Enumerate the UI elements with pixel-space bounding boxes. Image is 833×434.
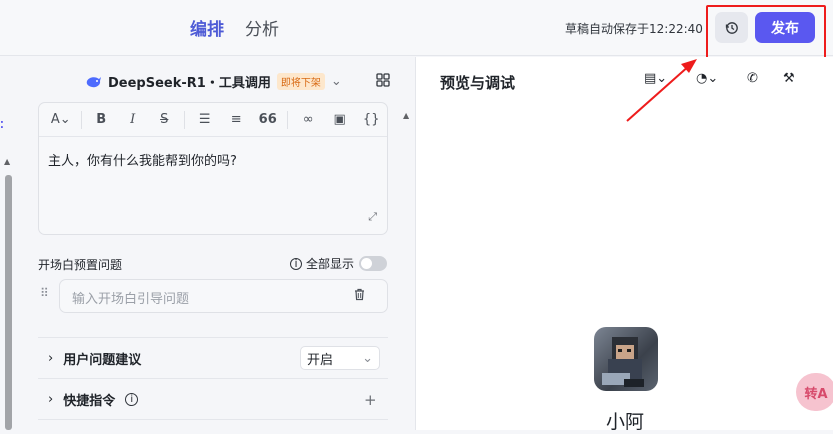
- add-shortcut-icon[interactable]: +: [364, 391, 377, 409]
- show-all-toggle[interactable]: [359, 256, 387, 271]
- scrollbar-thumb[interactable]: [5, 175, 12, 430]
- wrench-icon[interactable]: ⚒: [783, 71, 795, 86]
- bot-avatar: [594, 327, 658, 391]
- collapsed-panel-icon[interactable]: ⁚: [0, 120, 4, 131]
- prologue-editor[interactable]: A⌄ B I S ☰ ≡ 66 ∞ ▣ {} 主人，你有什么我能帮到你的吗? ⤢: [38, 102, 388, 235]
- drag-handle-icon[interactable]: ⠿: [40, 286, 49, 300]
- draft-status: 草稿自动保存于12:22:40: [565, 22, 703, 36]
- voice-icon[interactable]: ◔⌄: [696, 71, 718, 86]
- question-input[interactable]: 输入开场白引导问题: [59, 279, 388, 313]
- italic-icon[interactable]: I: [117, 112, 149, 127]
- link-icon[interactable]: ∞: [292, 112, 324, 127]
- image-icon[interactable]: ▣: [324, 112, 356, 127]
- chevron-right-icon: ›: [48, 351, 54, 366]
- translate-float-button[interactable]: 转A: [796, 373, 833, 411]
- bot-avatar-image: [602, 337, 644, 387]
- bullet-list-icon[interactable]: ☰: [189, 112, 221, 127]
- text-style-icon[interactable]: A⌄: [45, 112, 77, 127]
- toolbar-divider: [183, 110, 185, 129]
- model-name: DeepSeek-R1・工具调用: [108, 76, 271, 91]
- preview-title: 预览与调试: [440, 74, 516, 92]
- preset-questions-label: 开场白预置问题: [38, 258, 123, 272]
- toolbar-divider: [287, 110, 289, 129]
- toolbar-divider: [80, 110, 82, 129]
- show-all-label: i 全部显示: [290, 255, 354, 272]
- chevron-down-icon: ⌄: [330, 74, 342, 89]
- document-settings-icon[interactable]: ▤⌄: [644, 71, 667, 86]
- highlight-box: [706, 5, 826, 64]
- numbered-list-icon[interactable]: ≡: [220, 112, 252, 127]
- user-question-suggest-section[interactable]: › 用户问题建议: [48, 349, 141, 368]
- scroll-up-arrow[interactable]: ▲: [4, 157, 10, 166]
- chevron-down-icon: ⌄: [362, 350, 373, 366]
- variable-icon[interactable]: {}: [355, 112, 387, 127]
- top-bar: 编排 分析 草稿自动保存于12:22:40 发布: [0, 0, 833, 64]
- preview-pane: 预览与调试 ▤⌄ ◔⌄ ✆ ⚒ 小阿: [415, 57, 833, 433]
- model-selector[interactable]: DeepSeek-R1・工具调用 即将下架 ⌄: [86, 72, 342, 91]
- info-icon: i: [290, 257, 302, 270]
- show-all-text: 全部显示: [306, 257, 355, 271]
- section-divider: [38, 378, 388, 379]
- section-label: 快捷指令: [63, 394, 116, 409]
- phone-icon[interactable]: ✆: [747, 71, 758, 86]
- tab-analysis[interactable]: 分析: [245, 15, 279, 40]
- section-divider: [38, 337, 388, 338]
- select-value: 开启: [307, 352, 334, 368]
- layout-grid-icon[interactable]: [376, 73, 390, 87]
- deprecation-badge: 即将下架: [276, 73, 325, 90]
- strikethrough-icon[interactable]: S: [148, 112, 180, 127]
- deepseek-logo-icon: [86, 76, 101, 87]
- suggest-select[interactable]: 开启 ⌄: [300, 346, 380, 370]
- bold-icon[interactable]: B: [85, 112, 117, 127]
- section-divider: [38, 419, 388, 420]
- quote-icon[interactable]: 66: [252, 112, 284, 127]
- chevron-right-icon: ›: [48, 392, 54, 407]
- tab-arrange[interactable]: 编排: [190, 15, 224, 40]
- editor-scroll-up-arrow[interactable]: ▲: [403, 111, 409, 120]
- config-pane: DeepSeek-R1・工具调用 即将下架 ⌄ ⁚ ▲ ▲ A⌄ B I S ☰…: [0, 57, 415, 430]
- prologue-text[interactable]: 主人，你有什么我能帮到你的吗?: [39, 137, 387, 182]
- editor-toolbar: A⌄ B I S ☰ ≡ 66 ∞ ▣ {}: [39, 103, 387, 137]
- shortcut-section[interactable]: › 快捷指令 i: [48, 390, 139, 409]
- section-label: 用户问题建议: [63, 353, 142, 368]
- trash-icon[interactable]: [353, 288, 366, 301]
- info-icon: i: [125, 393, 139, 406]
- expand-icon[interactable]: ⤢: [368, 210, 377, 224]
